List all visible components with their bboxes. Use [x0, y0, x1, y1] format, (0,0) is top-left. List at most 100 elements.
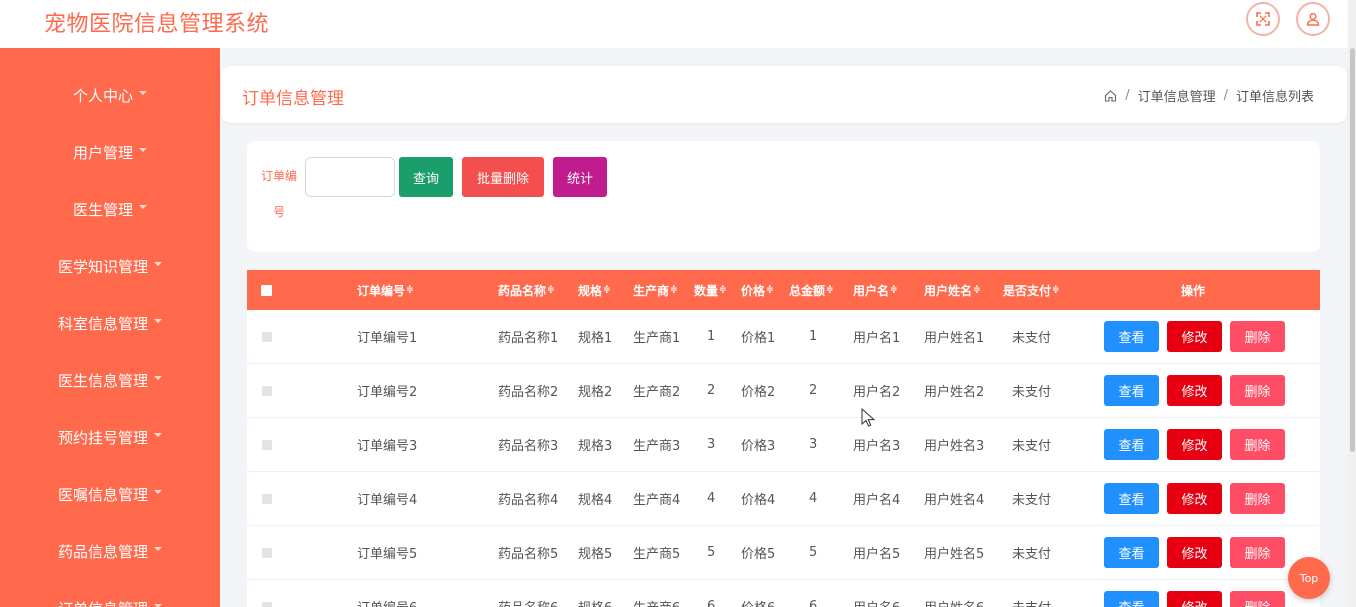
- sidebar-item-personal-center[interactable]: 个人中心: [0, 67, 220, 124]
- sidebar-item-medical-knowledge[interactable]: 医学知识管理: [0, 238, 220, 295]
- cell-spec: 规格5: [578, 547, 613, 562]
- sidebar-item-doctor-info[interactable]: 医生信息管理: [0, 352, 220, 409]
- table-row: 订单编号2 药品名称2 规格2 生产商2 2 价格2 2 用户名2 用户姓名2 未支付 查看 修改 删除: [247, 364, 1320, 418]
- chevron-down-icon: [154, 432, 162, 437]
- cell-quantity: 1: [707, 329, 716, 344]
- edit-button[interactable]: 修改: [1167, 591, 1222, 607]
- column-header-quantity[interactable]: 数量 ≑: [694, 270, 727, 310]
- column-header-paid[interactable]: 是否支付 ≑: [1003, 270, 1060, 310]
- delete-button[interactable]: 删除: [1230, 483, 1285, 514]
- order-no-label: 订单编 号: [257, 165, 301, 237]
- edit-button[interactable]: 修改: [1167, 483, 1222, 514]
- cell-drug-name: 药品名称5: [498, 547, 559, 562]
- cell-quantity: 3: [707, 437, 716, 452]
- cell-quantity: 4: [707, 491, 716, 506]
- mouse-cursor-icon: [861, 408, 875, 427]
- column-header-label: 操作: [1181, 283, 1206, 298]
- scrollbar-thumb[interactable]: [1350, 48, 1355, 452]
- sidebar-item-appointments[interactable]: 预约挂号管理: [0, 409, 220, 466]
- table-row: 订单编号4 药品名称4 规格4 生产商4 4 价格4 4 用户名4 用户姓名4 未支付 查看 修改 删除: [247, 472, 1320, 526]
- breadcrumb-item[interactable]: 订单信息管理: [1138, 86, 1216, 105]
- statistics-button[interactable]: 统计: [553, 157, 607, 197]
- cell-price: 价格4: [741, 493, 776, 508]
- cell-order-no: 订单编号4: [357, 493, 418, 508]
- cell-paid: 未支付: [1012, 439, 1052, 454]
- row-checkbox[interactable]: [262, 580, 272, 607]
- sort-icon: ≑: [547, 285, 555, 295]
- view-button[interactable]: 查看: [1104, 591, 1159, 607]
- sort-icon: ≑: [670, 285, 678, 295]
- home-icon[interactable]: [1104, 89, 1117, 102]
- order-table: 订单编号 ≑ 药品名称 ≑ 规格 ≑ 生产商 ≑ 数量 ≑ 价格 ≑ 总金额 ≑ 用户名 ≑ 用…: [247, 270, 1320, 607]
- view-button[interactable]: 查看: [1104, 483, 1159, 514]
- cell-drug-name: 药品名称2: [498, 385, 559, 400]
- cell-total: 4: [809, 491, 818, 506]
- cell-spec: 规格4: [578, 493, 613, 508]
- chevron-down-icon: [154, 603, 162, 607]
- chevron-down-icon: [154, 261, 162, 266]
- sidebar-item-drug-info[interactable]: 药品信息管理: [0, 523, 220, 580]
- search-panel: 订单编 号 查询 批量删除 统计: [247, 141, 1320, 252]
- table-row: 订单编号1 药品名称1 规格1 生产商1 1 价格1 1 用户名1 用户姓名1 未支付 查看 修改 删除: [247, 310, 1320, 364]
- row-checkbox[interactable]: [262, 310, 272, 363]
- column-header-username[interactable]: 用户名 ≑: [853, 270, 898, 310]
- view-button[interactable]: 查看: [1104, 537, 1159, 568]
- sidebar-item-medical-orders[interactable]: 医嘱信息管理: [0, 466, 220, 523]
- sidebar-item-user-management[interactable]: 用户管理: [0, 124, 220, 181]
- column-header-order-no[interactable]: 订单编号 ≑: [357, 270, 414, 310]
- sidebar-item-label: 医生管理: [72, 201, 133, 219]
- order-no-label-line1: 订单编: [260, 169, 297, 183]
- order-no-input[interactable]: [305, 157, 395, 197]
- column-header-actions: 操作: [1181, 270, 1205, 310]
- fullscreen-button[interactable]: [1246, 2, 1280, 36]
- column-header-total[interactable]: 总金额 ≑: [789, 270, 834, 310]
- column-header-user-name[interactable]: 用户姓名 ≑: [924, 270, 981, 310]
- row-checkbox[interactable]: [262, 526, 272, 579]
- sidebar-item-order-info[interactable]: 订单信息管理: [0, 580, 220, 607]
- cell-price: 价格1: [741, 331, 776, 346]
- delete-button[interactable]: 删除: [1230, 375, 1285, 406]
- edit-button[interactable]: 修改: [1167, 429, 1222, 460]
- chevron-down-icon: [154, 489, 162, 494]
- batch-delete-button[interactable]: 批量删除: [462, 157, 544, 197]
- edit-button[interactable]: 修改: [1167, 321, 1222, 352]
- view-button[interactable]: 查看: [1104, 321, 1159, 352]
- select-all-checkbox[interactable]: [261, 270, 272, 310]
- chevron-down-icon: [154, 546, 162, 551]
- cell-spec: 规格6: [578, 580, 612, 607]
- cell-price: 价格2: [741, 385, 776, 400]
- delete-button[interactable]: 删除: [1230, 321, 1285, 352]
- cell-user-name: 用户姓名2: [924, 385, 985, 400]
- chevron-down-icon: [139, 204, 147, 209]
- row-checkbox[interactable]: [262, 418, 272, 471]
- delete-button[interactable]: 删除: [1230, 591, 1285, 607]
- row-checkbox[interactable]: [262, 364, 272, 417]
- delete-button[interactable]: 删除: [1230, 537, 1285, 568]
- cell-quantity: 6: [707, 599, 716, 607]
- user-button[interactable]: [1296, 2, 1330, 36]
- row-checkbox[interactable]: [262, 472, 272, 525]
- sidebar-item-department-info[interactable]: 科室信息管理: [0, 295, 220, 352]
- column-header-drug-name[interactable]: 药品名称 ≑: [498, 270, 555, 310]
- sidebar: 个人中心 用户管理 医生管理 医学知识管理 科室信息管理 医生信息管理 预约挂号…: [0, 48, 220, 607]
- query-button[interactable]: 查询: [399, 157, 453, 197]
- cell-drug-name: 药品名称3: [498, 439, 559, 454]
- delete-button[interactable]: 删除: [1230, 429, 1285, 460]
- column-header-spec[interactable]: 规格 ≑: [578, 270, 611, 310]
- cell-paid: 未支付: [1012, 331, 1052, 346]
- column-header-label: 订单编号: [357, 283, 406, 298]
- sidebar-item-doctor-management[interactable]: 医生管理: [0, 181, 220, 238]
- view-button[interactable]: 查看: [1104, 375, 1159, 406]
- view-button[interactable]: 查看: [1104, 429, 1159, 460]
- column-header-label: 生产商: [633, 283, 670, 298]
- cell-manufacturer: 生产商2: [633, 385, 681, 400]
- column-header-label: 是否支付: [1003, 283, 1052, 298]
- cell-order-no: 订单编号2: [357, 385, 418, 400]
- back-to-top-button[interactable]: Top: [1288, 557, 1330, 599]
- edit-button[interactable]: 修改: [1167, 375, 1222, 406]
- column-header-manufacturer[interactable]: 生产商 ≑: [633, 270, 678, 310]
- sidebar-item-label: 科室信息管理: [57, 315, 148, 333]
- edit-button[interactable]: 修改: [1167, 537, 1222, 568]
- sidebar-item-label: 医嘱信息管理: [57, 486, 148, 504]
- column-header-price[interactable]: 价格 ≑: [741, 270, 774, 310]
